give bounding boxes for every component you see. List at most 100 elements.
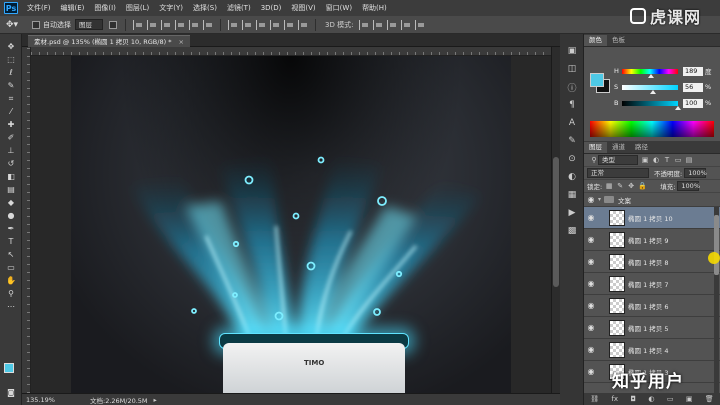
align-vcenter-icon[interactable]: [147, 19, 157, 30]
slider-knob[interactable]: [650, 89, 657, 94]
visibility-eye-icon[interactable]: ◉: [584, 257, 598, 266]
slider-value-field[interactable]: 100: [683, 98, 703, 108]
menu-item[interactable]: 帮助(H): [357, 0, 392, 16]
eyedropper-tool-icon[interactable]: ⁄: [0, 105, 22, 118]
history-brush-tool-icon[interactable]: ↺: [0, 157, 22, 170]
auto-select-dropdown[interactable]: 图层: [75, 19, 103, 30]
swatches-panel-icon[interactable]: ▩: [560, 222, 584, 240]
align-right-icon[interactable]: [203, 19, 213, 30]
layer-row[interactable]: ◉ 椭圆 1 拷贝 9: [584, 229, 720, 251]
lock-pixels-icon[interactable]: ✎: [616, 182, 624, 190]
distribute-top-icon[interactable]: [228, 19, 238, 30]
align-hcenter-icon[interactable]: [189, 19, 199, 30]
lock-position-icon[interactable]: ✥: [627, 182, 635, 190]
filter-kind-select[interactable]: 类型: [598, 155, 638, 165]
3d-drag-icon[interactable]: [387, 19, 397, 30]
link-icon[interactable]: ⛓: [590, 395, 599, 403]
tab-paths[interactable]: 路径: [630, 142, 653, 153]
move-tool-icon[interactable]: ✥▾: [6, 19, 24, 31]
auto-select-checkbox[interactable]: [32, 20, 40, 29]
distribute-left-icon[interactable]: [270, 19, 280, 30]
gradient-tool-icon[interactable]: ▤: [0, 183, 22, 196]
lock-transparent-icon[interactable]: ▦: [605, 182, 613, 190]
3d-scale-icon[interactable]: [415, 19, 425, 30]
tab-layers[interactable]: 图层: [584, 142, 607, 153]
slider-track[interactable]: [622, 100, 681, 110]
zoom-tool-icon[interactable]: ⚲: [0, 287, 22, 300]
layer-row[interactable]: ◉ 椭圆 1 拷贝 10: [584, 207, 720, 229]
lasso-tool-icon[interactable]: ℓ: [0, 66, 22, 79]
slider-track[interactable]: [622, 84, 678, 94]
slider-value-field[interactable]: 56: [683, 82, 703, 92]
more-tools-icon[interactable]: ⋯: [0, 300, 22, 313]
blur-tool-icon[interactable]: ◆: [0, 196, 22, 209]
opacity-field[interactable]: 100%: [684, 168, 707, 178]
menu-item[interactable]: 编辑(E): [56, 0, 90, 16]
chevron-down-icon[interactable]: ▾: [598, 196, 601, 203]
foreground-color-preview[interactable]: [590, 73, 604, 87]
crop-tool-icon[interactable]: ⌗: [0, 92, 22, 105]
layer-row[interactable]: ◉ 椭圆 1 拷贝 6: [584, 295, 720, 317]
actions-panel-icon[interactable]: ▶: [560, 204, 584, 222]
hand-tool-icon[interactable]: ✋: [0, 274, 22, 287]
visibility-eye-icon[interactable]: ◉: [584, 367, 598, 376]
menu-item[interactable]: 窗口(W): [321, 0, 357, 16]
menu-item[interactable]: 3D(D): [256, 0, 287, 16]
canvas-area[interactable]: TIMO: [31, 56, 551, 393]
visibility-eye-icon[interactable]: ◉: [584, 195, 598, 204]
image-filter-icon[interactable]: ▣: [641, 156, 649, 164]
dodge-tool-icon[interactable]: ●: [0, 209, 22, 222]
eraser-tool-icon[interactable]: ◧: [0, 170, 22, 183]
marquee-tool-icon[interactable]: ⬚: [0, 53, 22, 66]
properties-panel-icon[interactable]: ◫: [560, 60, 584, 78]
trash-icon[interactable]: 🗑: [705, 395, 714, 403]
blend-mode-select[interactable]: 正常: [587, 168, 649, 178]
slider-knob[interactable]: [648, 73, 655, 78]
canvas-image[interactable]: TIMO: [71, 56, 511, 393]
paragraph-panel-icon[interactable]: ¶: [560, 96, 584, 114]
brush-tool-icon[interactable]: ✐: [0, 131, 22, 144]
document-tab[interactable]: 素材.psd @ 135% (椭圆 1 拷贝 10, RGB/8) * ×: [28, 35, 190, 47]
clone-source-panel-icon[interactable]: ⊙: [560, 150, 584, 168]
adjustments-panel-icon[interactable]: ◐: [560, 168, 584, 186]
move-tool-icon[interactable]: ✥: [0, 40, 22, 53]
path-select-tool-icon[interactable]: ↖: [0, 248, 22, 261]
type-filter-icon[interactable]: T: [663, 156, 671, 164]
foreground-color-swatch[interactable]: [4, 363, 14, 373]
3d-roll-icon[interactable]: [373, 19, 383, 30]
brush-panel-icon[interactable]: ✎: [560, 132, 584, 150]
visibility-eye-icon[interactable]: ◉: [584, 279, 598, 288]
layers-scrollbar-thumb[interactable]: [714, 215, 719, 275]
menu-item[interactable]: 视图(V): [286, 0, 320, 16]
menu-item[interactable]: 文字(Y): [154, 0, 188, 16]
shape-filter-icon[interactable]: ▭: [674, 156, 682, 164]
status-menu-arrow-icon[interactable]: ▸: [154, 396, 157, 404]
distribute-hcenter-icon[interactable]: [284, 19, 294, 30]
pen-tool-icon[interactable]: ✒: [0, 222, 22, 235]
tab-swatches[interactable]: 色板: [607, 35, 630, 46]
slider-track[interactable]: [622, 68, 678, 78]
visibility-eye-icon[interactable]: ◉: [584, 323, 598, 332]
visibility-eye-icon[interactable]: ◉: [584, 213, 598, 222]
distribute-vcenter-icon[interactable]: [242, 19, 252, 30]
align-bottom-icon[interactable]: [161, 19, 171, 30]
menu-item[interactable]: 图层(L): [121, 0, 154, 16]
scrollbar-thumb[interactable]: [553, 157, 559, 287]
distribute-right-icon[interactable]: [298, 19, 308, 30]
history-panel-icon[interactable]: ▣: [560, 42, 584, 60]
quick-mask-icon[interactable]: ◙: [0, 386, 22, 399]
layer-row[interactable]: ◉ 椭圆 1 拷贝 5: [584, 317, 720, 339]
3d-rotate-icon[interactable]: [359, 19, 369, 30]
color-spectrum-ramp[interactable]: [590, 121, 714, 137]
vertical-ruler[interactable]: [22, 47, 31, 393]
smart-object-filter-icon[interactable]: ▤: [685, 156, 693, 164]
distribute-bottom-icon[interactable]: [256, 19, 266, 30]
shape-tool-icon[interactable]: ▭: [0, 261, 22, 274]
visibility-eye-icon[interactable]: ◉: [584, 235, 598, 244]
menu-item[interactable]: 选择(S): [188, 0, 222, 16]
align-top-icon[interactable]: [133, 19, 143, 30]
zoom-level[interactable]: 135.19%: [26, 396, 68, 404]
canvas-vertical-scrollbar[interactable]: [551, 47, 560, 393]
mask-icon[interactable]: ◘: [630, 395, 636, 403]
align-left-icon[interactable]: [175, 19, 185, 30]
